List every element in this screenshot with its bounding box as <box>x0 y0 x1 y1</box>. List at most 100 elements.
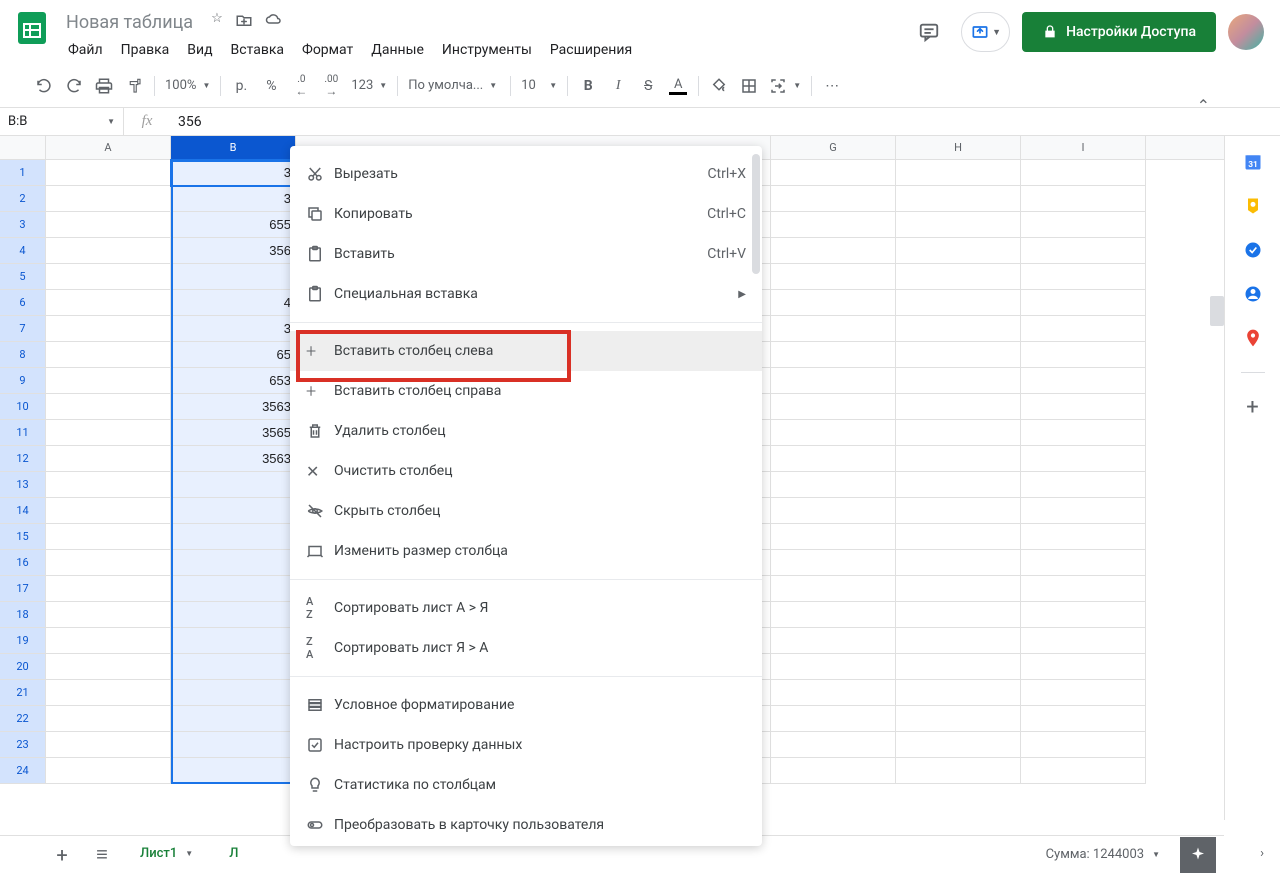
cell[interactable]: 3563 <box>171 446 296 472</box>
row-header[interactable]: 8 <box>0 342 46 368</box>
cell[interactable]: 3565 <box>171 420 296 446</box>
cell[interactable] <box>171 524 296 550</box>
cell[interactable] <box>1021 368 1146 394</box>
cell[interactable] <box>46 524 171 550</box>
cell[interactable] <box>771 420 896 446</box>
italic-button[interactable]: I <box>604 72 632 100</box>
row-header[interactable]: 9 <box>0 368 46 394</box>
cell[interactable]: 65 <box>171 342 296 368</box>
bold-button[interactable]: B <box>574 72 602 100</box>
cell[interactable] <box>896 498 1021 524</box>
collapse-toolbar-icon[interactable]: ⌃ <box>1197 96 1210 115</box>
undo-button[interactable] <box>30 72 58 100</box>
context-menu-item[interactable]: ✕Очистить столбец <box>290 451 762 491</box>
row-header[interactable]: 15 <box>0 524 46 550</box>
cell[interactable] <box>771 550 896 576</box>
cell[interactable] <box>171 706 296 732</box>
cell[interactable] <box>896 706 1021 732</box>
star-icon[interactable]: ☆ <box>211 11 223 33</box>
context-menu-item[interactable]: Изменить размер столбца <box>290 531 762 571</box>
add-sheet-button[interactable]: + <box>44 837 80 873</box>
move-icon[interactable] <box>235 11 253 33</box>
col-header-h[interactable]: H <box>896 136 1021 159</box>
context-menu-item[interactable]: ВырезатьCtrl+X <box>290 154 762 194</box>
cell[interactable] <box>896 290 1021 316</box>
cell[interactable] <box>46 654 171 680</box>
cell[interactable] <box>46 394 171 420</box>
sheets-logo[interactable] <box>12 8 52 48</box>
row-header[interactable]: 11 <box>0 420 46 446</box>
cell[interactable] <box>1021 290 1146 316</box>
cell[interactable] <box>46 498 171 524</box>
row-header[interactable]: 3 <box>0 212 46 238</box>
explore-button[interactable] <box>1180 837 1216 873</box>
cell[interactable] <box>896 212 1021 238</box>
cell[interactable] <box>1021 186 1146 212</box>
decrease-decimal-button[interactable]: .0← <box>287 72 315 100</box>
context-menu-item[interactable]: Преобразовать в карточку пользователя <box>290 805 762 845</box>
formula-input[interactable]: 356 <box>170 114 1280 130</box>
fill-color-button[interactable] <box>705 72 733 100</box>
strikethrough-button[interactable]: S <box>634 72 662 100</box>
context-menu-item[interactable]: Настроить проверку данных <box>290 725 762 765</box>
cell[interactable]: 4 <box>171 290 296 316</box>
redo-button[interactable] <box>60 72 88 100</box>
font-dropdown[interactable]: По умолча...▼ <box>404 78 504 93</box>
cell[interactable] <box>896 602 1021 628</box>
cell[interactable] <box>1021 550 1146 576</box>
zoom-dropdown[interactable]: 100%▼ <box>161 78 214 93</box>
cell[interactable] <box>1021 212 1146 238</box>
col-header-a[interactable]: A <box>46 136 171 159</box>
context-menu-scrollbar[interactable] <box>752 154 760 274</box>
cell[interactable] <box>46 420 171 446</box>
cell[interactable] <box>771 290 896 316</box>
calendar-icon[interactable]: 31 <box>1243 152 1263 172</box>
row-header[interactable]: 14 <box>0 498 46 524</box>
cell[interactable] <box>46 602 171 628</box>
cell[interactable] <box>46 680 171 706</box>
cell[interactable] <box>46 732 171 758</box>
cell[interactable] <box>46 758 171 784</box>
cell[interactable] <box>1021 680 1146 706</box>
borders-button[interactable] <box>735 72 763 100</box>
tasks-icon[interactable] <box>1243 240 1263 260</box>
cell[interactable] <box>771 576 896 602</box>
cell[interactable] <box>46 706 171 732</box>
col-header-b[interactable]: B <box>171 136 296 159</box>
context-menu-item[interactable]: ZAСортировать лист Я > А <box>290 628 762 668</box>
row-header[interactable]: 24 <box>0 758 46 784</box>
cell[interactable] <box>771 368 896 394</box>
row-header[interactable]: 2 <box>0 186 46 212</box>
context-menu-item[interactable]: +Вставить столбец слева <box>290 331 762 371</box>
cell[interactable] <box>171 498 296 524</box>
cell[interactable] <box>1021 342 1146 368</box>
cell[interactable] <box>46 186 171 212</box>
keep-icon[interactable] <box>1243 196 1263 216</box>
row-header[interactable]: 1 <box>0 160 46 186</box>
row-header[interactable]: 21 <box>0 680 46 706</box>
cell[interactable] <box>171 472 296 498</box>
cell[interactable] <box>171 602 296 628</box>
cell[interactable] <box>46 316 171 342</box>
cell[interactable] <box>1021 758 1146 784</box>
cloud-icon[interactable] <box>265 11 283 33</box>
cell[interactable] <box>1021 472 1146 498</box>
cell[interactable] <box>1021 264 1146 290</box>
row-header[interactable]: 18 <box>0 602 46 628</box>
cell[interactable] <box>1021 628 1146 654</box>
cell[interactable] <box>771 498 896 524</box>
cell[interactable] <box>171 550 296 576</box>
all-sheets-button[interactable]: ≡ <box>84 837 120 873</box>
context-menu-item[interactable]: Скрыть столбец <box>290 491 762 531</box>
cell[interactable] <box>896 420 1021 446</box>
paint-format-button[interactable] <box>120 72 148 100</box>
cell[interactable] <box>46 446 171 472</box>
cell[interactable] <box>1021 524 1146 550</box>
cell[interactable] <box>771 316 896 342</box>
context-menu-item[interactable]: Условное форматирование <box>290 685 762 725</box>
row-header[interactable]: 12 <box>0 446 46 472</box>
cell[interactable] <box>896 160 1021 186</box>
cell[interactable] <box>896 186 1021 212</box>
cell[interactable]: 3 <box>171 316 296 342</box>
cell[interactable] <box>1021 160 1146 186</box>
